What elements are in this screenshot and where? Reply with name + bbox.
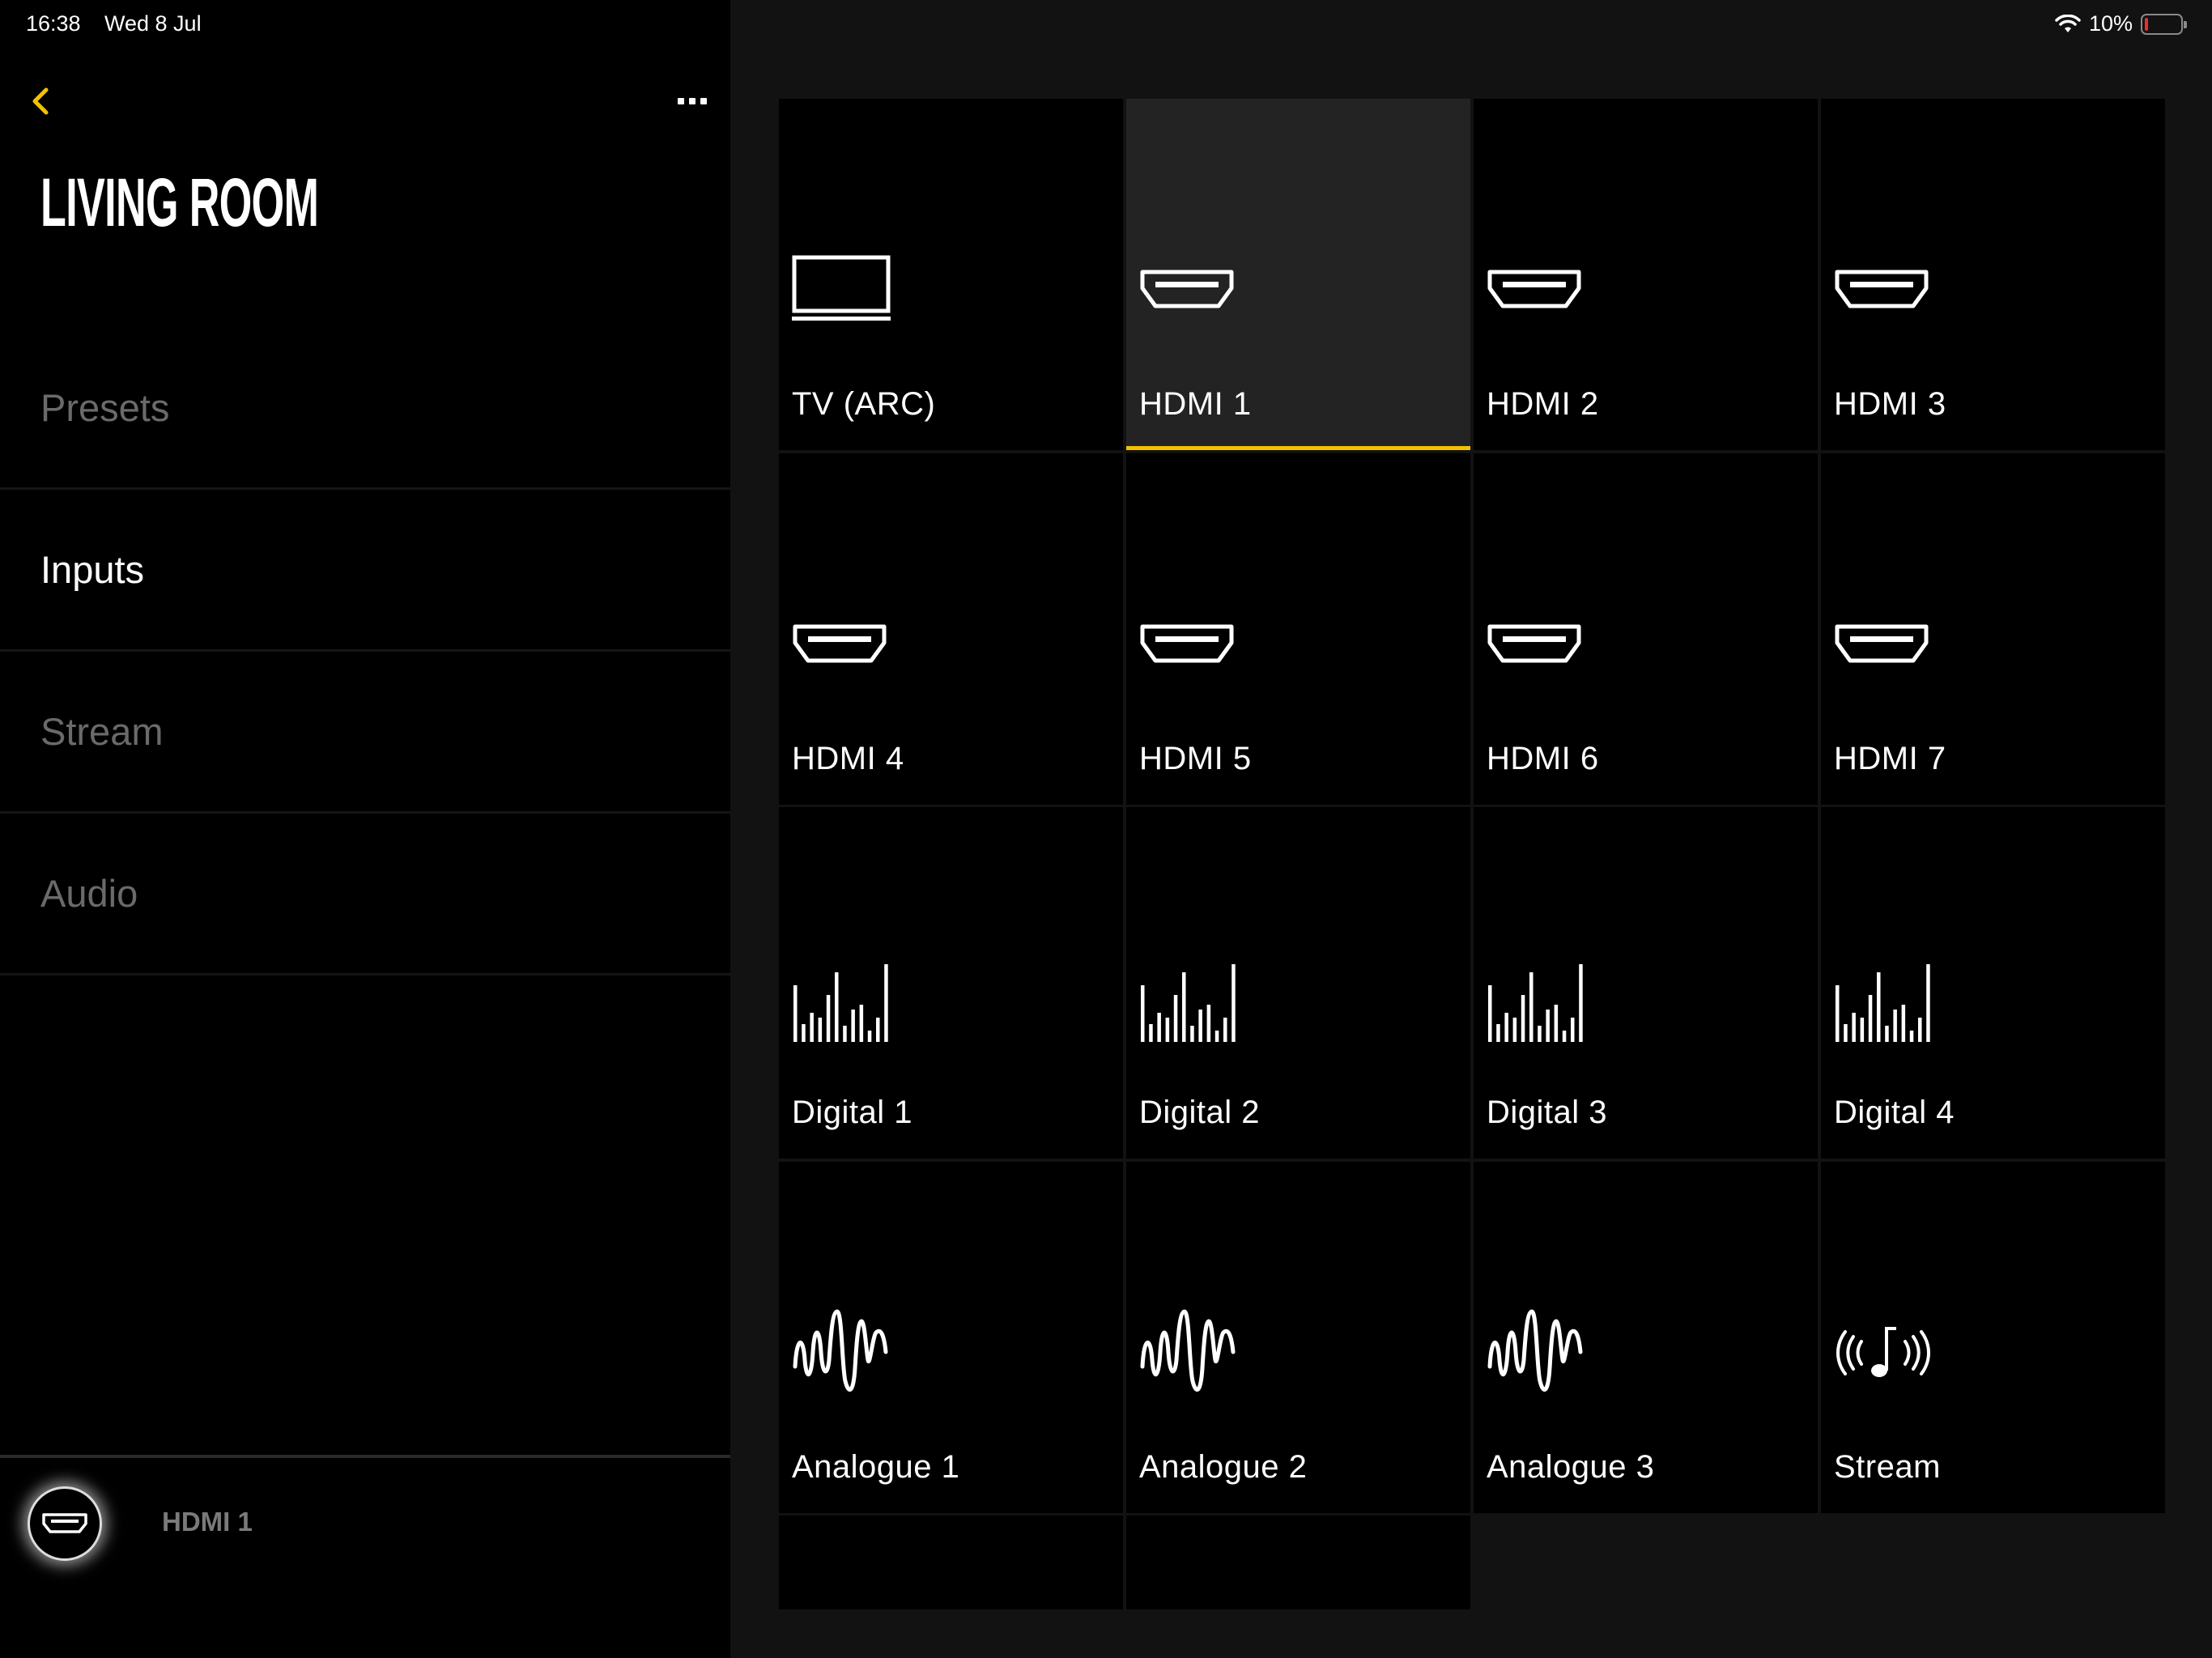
input-tile-label: TV (ARC) [792, 386, 936, 422]
input-tile-analogue-1[interactable]: Analogue 1 [779, 1161, 1123, 1513]
hdmi-icon [1139, 595, 1238, 694]
input-tile-label: Analogue 1 [792, 1448, 960, 1485]
input-tile-hdmi-6[interactable]: HDMI 6 [1474, 453, 1818, 805]
status-indicators: 10% [2055, 11, 2187, 36]
digital-bars-icon [1487, 949, 1585, 1048]
input-tile-digital-2[interactable]: Digital 2 [1126, 807, 1470, 1158]
input-tile-label: Digital 2 [1139, 1095, 1261, 1130]
stream-icon [1834, 1303, 1933, 1402]
input-tile-label: Digital 1 [792, 1095, 913, 1130]
room-title: LIVING ROOM [40, 164, 319, 240]
input-tile-label: HDMI 7 [1834, 740, 1946, 776]
nav-item-audio[interactable]: Audio [0, 814, 730, 976]
tv-icon [792, 240, 891, 339]
more-dot-icon [689, 98, 696, 104]
hdmi-icon [1834, 240, 1933, 339]
digital-bars-icon [1139, 949, 1238, 1048]
input-tile-digital-3[interactable]: Digital 3 [1474, 807, 1818, 1158]
input-tile-label: Digital 3 [1487, 1095, 1608, 1130]
now-playing-source-button[interactable] [28, 1486, 102, 1561]
input-tile-hdmi-1[interactable]: HDMI 1 [1126, 99, 1470, 450]
input-tile-label: Analogue 3 [1487, 1448, 1655, 1485]
input-tile-label: Analogue 2 [1139, 1448, 1308, 1485]
battery-icon [2141, 13, 2187, 35]
input-tile-label: HDMI 6 [1487, 740, 1599, 776]
hdmi-icon [1487, 240, 1585, 339]
input-tile-digital-4[interactable]: Digital 4 [1821, 807, 2165, 1158]
more-dot-icon [700, 98, 707, 104]
now-playing-label: HDMI 1 [162, 1507, 253, 1537]
hdmi-icon [42, 1513, 87, 1533]
status-time: 16:38 [26, 11, 81, 36]
input-tile-hdmi-3[interactable]: HDMI 3 [1821, 99, 2165, 450]
input-tile-hdmi-2[interactable]: HDMI 2 [1474, 99, 1818, 450]
back-button[interactable] [24, 81, 57, 121]
hdmi-icon [1139, 240, 1238, 339]
hdmi-icon [1834, 595, 1933, 694]
input-tile-hdmi-5[interactable]: HDMI 5 [1126, 453, 1470, 805]
digital-bars-icon [1834, 949, 1933, 1048]
status-date: Wed 8 Jul [104, 11, 202, 36]
input-tile-label: HDMI 5 [1139, 740, 1252, 776]
nav-item-inputs[interactable]: Inputs [0, 490, 730, 652]
input-tile-hdmi-7[interactable]: HDMI 7 [1821, 453, 2165, 805]
input-tile-partial[interactable] [779, 1516, 1123, 1609]
input-tile-analogue-2[interactable]: Analogue 2 [1126, 1161, 1470, 1513]
nav-item-stream[interactable]: Stream [0, 652, 730, 814]
input-tile-stream[interactable]: Stream [1821, 1161, 2165, 1513]
input-tile-analogue-3[interactable]: Analogue 3 [1474, 1161, 1818, 1513]
analogue-wave-icon [792, 1303, 891, 1402]
input-tile-label: HDMI 1 [1139, 386, 1252, 422]
chevron-left-icon [32, 87, 49, 115]
now-playing-bar: HDMI 1 [0, 1455, 730, 1658]
input-tile-label: Stream [1834, 1448, 1941, 1485]
hdmi-icon [792, 595, 891, 694]
sidebar-nav: Presets Inputs Stream Audio [0, 328, 730, 976]
battery-percent: 10% [2088, 11, 2133, 36]
analogue-wave-icon [1487, 1303, 1585, 1402]
hdmi-icon [1487, 595, 1585, 694]
input-tile-hdmi-4[interactable]: HDMI 4 [779, 453, 1123, 805]
wifi-icon [2055, 14, 2081, 32]
sidebar: LIVING ROOM Presets Inputs Stream Audio … [0, 0, 730, 1658]
input-tile-tv-arc[interactable]: TV (ARC) [779, 99, 1123, 450]
input-tile-label: HDMI 4 [792, 740, 904, 776]
digital-bars-icon [792, 949, 891, 1048]
input-tile-partial[interactable] [1126, 1516, 1470, 1609]
input-tile-label: Digital 4 [1834, 1095, 1955, 1130]
more-options-button[interactable] [672, 81, 713, 121]
inputs-panel: TV (ARC) HDMI 1 HDMI 2 HDMI 3 HDMI 4 HDMI 5 HD… [730, 0, 2212, 1658]
more-dot-icon [678, 98, 684, 104]
input-tile-label: HDMI 2 [1487, 386, 1599, 422]
nav-item-presets[interactable]: Presets [0, 328, 730, 490]
input-tile-label: HDMI 3 [1834, 386, 1946, 422]
input-tile-digital-1[interactable]: Digital 1 [779, 807, 1123, 1158]
analogue-wave-icon [1139, 1303, 1238, 1402]
